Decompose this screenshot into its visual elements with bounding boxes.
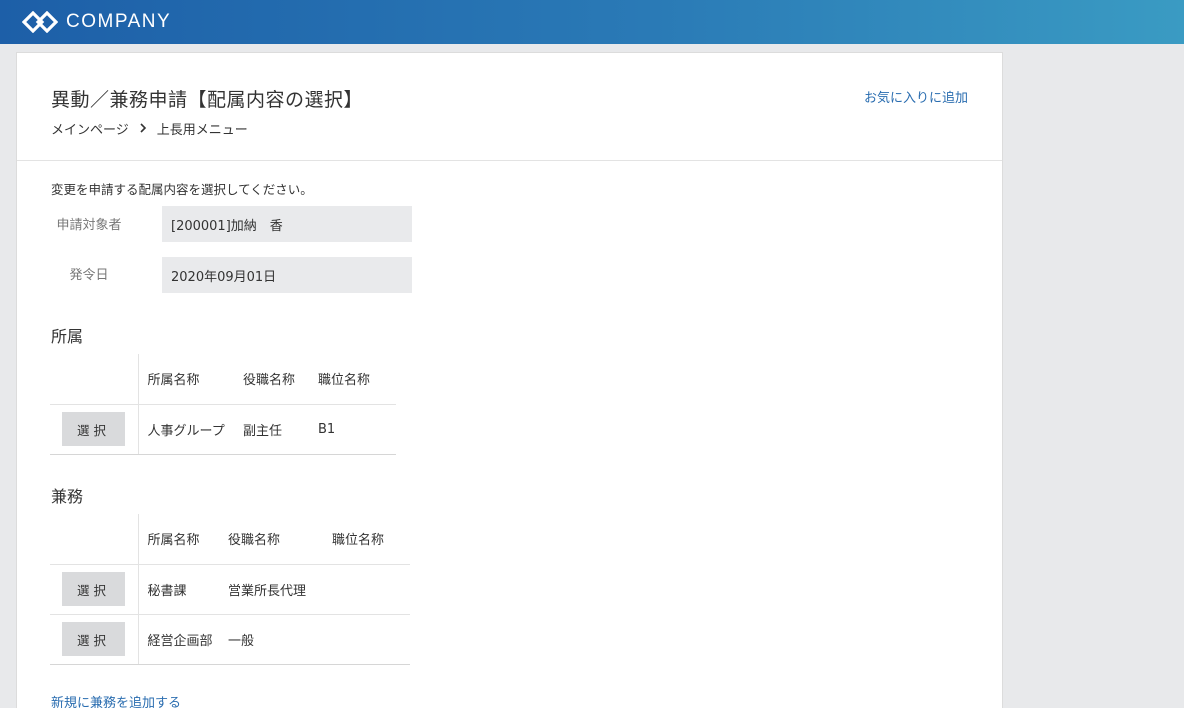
header-grade: 職位名称 bbox=[332, 533, 385, 549]
table-header-row: 所属名称 役職名称 職位名称 bbox=[50, 354, 396, 404]
top-header: COMPANY bbox=[0, 0, 1184, 44]
breadcrumb: メインページ 上長用メニュー bbox=[51, 119, 248, 138]
main-panel: 異動／兼務申請【配属内容の選択】 メインページ 上長用メニュー お気に入りに追加… bbox=[16, 52, 1003, 708]
table-row: 選択 経営企画部 一般 bbox=[50, 613, 410, 665]
cell-dept: 経営企画部 bbox=[138, 613, 228, 665]
breadcrumb-current[interactable]: 上長用メニュー bbox=[157, 119, 248, 138]
header-position: 役職名称 bbox=[243, 373, 296, 389]
cell-grade bbox=[332, 613, 410, 665]
add-favorite-link[interactable]: お気に入りに追加 bbox=[864, 87, 968, 106]
header-empty-cell bbox=[50, 514, 139, 564]
header-empty-cell bbox=[50, 354, 139, 404]
table-row: 選択 秘書課 営業所長代理 bbox=[50, 563, 410, 614]
cell-position: 営業所長代理 bbox=[228, 563, 332, 614]
chevron-right-icon bbox=[139, 122, 147, 136]
cell-position: 副主任 bbox=[243, 403, 318, 455]
concurrent-section-title: 兼務 bbox=[51, 487, 84, 506]
header-position: 役職名称 bbox=[228, 533, 281, 549]
cell-position: 一般 bbox=[228, 613, 332, 665]
cell-grade: B1 bbox=[318, 403, 396, 455]
company-logo-icon[interactable] bbox=[21, 10, 59, 34]
applicant-value: [200001]加納 香 bbox=[162, 206, 412, 242]
issue-date-value: 2020年09月01日 bbox=[162, 257, 412, 293]
applicant-label: 申請対象者 bbox=[56, 218, 122, 233]
select-button[interactable]: 選択 bbox=[62, 622, 125, 656]
table-row: 選択 人事グループ 副主任 B1 bbox=[50, 403, 396, 455]
cell-dept: 秘書課 bbox=[138, 563, 228, 614]
brand-name: COMPANY bbox=[66, 11, 172, 32]
affiliation-section-title: 所属 bbox=[51, 327, 84, 346]
header-divider bbox=[17, 160, 1002, 161]
issue-date-label: 発令日 bbox=[69, 268, 109, 283]
concurrent-table: 所属名称 役職名称 職位名称 選択 秘書課 営業所長代理 選択 経営企画部 一般 bbox=[50, 514, 410, 665]
header-dept: 所属名称 bbox=[147, 533, 200, 549]
cell-dept: 人事グループ bbox=[138, 403, 243, 455]
table-header-row: 所属名称 役職名称 職位名称 bbox=[50, 514, 410, 564]
instruction-text: 変更を申請する配属内容を選択してください。 bbox=[51, 182, 313, 197]
add-concurrent-link[interactable]: 新規に兼務を追加する bbox=[51, 692, 181, 708]
affiliation-table: 所属名称 役職名称 職位名称 選択 人事グループ 副主任 B1 bbox=[50, 354, 396, 455]
header-dept: 所属名称 bbox=[147, 373, 200, 389]
header-grade: 職位名称 bbox=[318, 373, 371, 389]
page-title: 異動／兼務申請【配属内容の選択】 bbox=[51, 89, 364, 111]
select-button[interactable]: 選択 bbox=[62, 412, 125, 446]
breadcrumb-home-link[interactable]: メインページ bbox=[51, 119, 129, 138]
cell-grade bbox=[332, 563, 410, 614]
select-button[interactable]: 選択 bbox=[62, 572, 125, 606]
